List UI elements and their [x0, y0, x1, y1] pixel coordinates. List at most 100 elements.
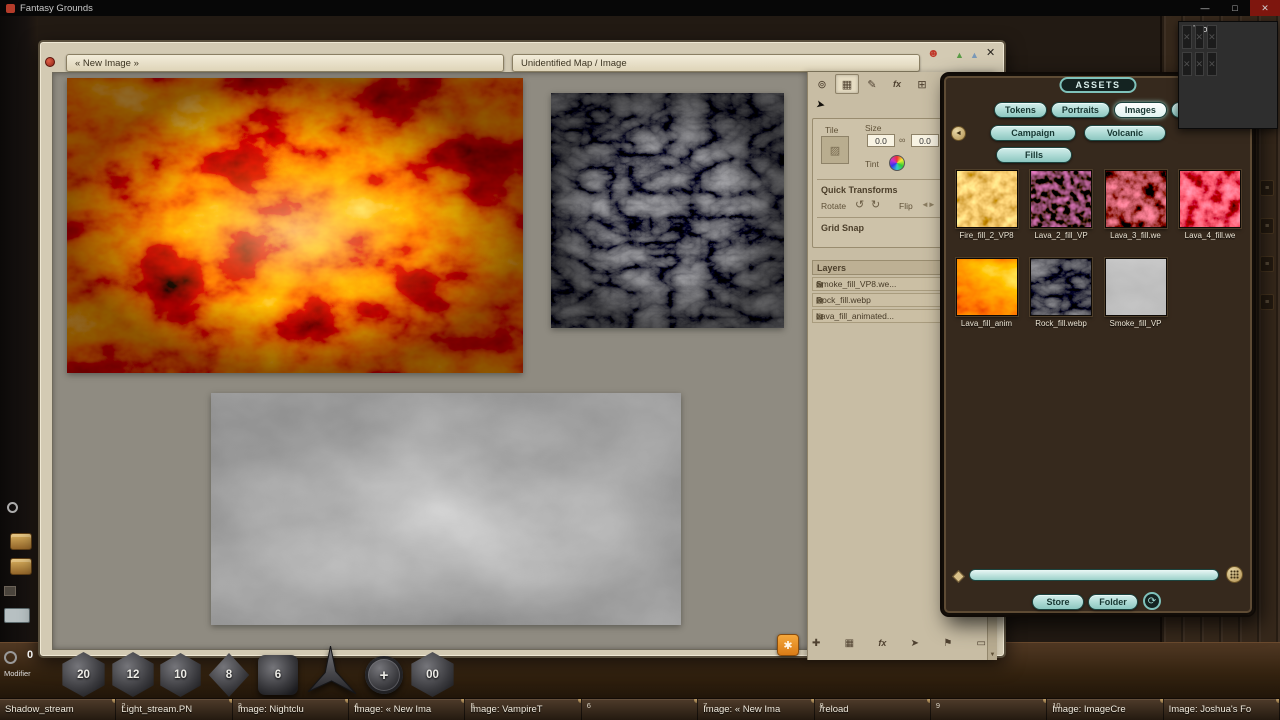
- asset-cell[interactable]: Smoke_fill_VP: [1100, 258, 1171, 346]
- hotbar-slot-10[interactable]: 10 Image: ImageCre: [1047, 699, 1163, 720]
- layer-eye-icon[interactable]: ⊙: [816, 295, 823, 306]
- layer-eye-icon[interactable]: ⊙: [816, 311, 823, 322]
- tab-images[interactable]: Images: [1114, 102, 1167, 118]
- tint-color-wheel[interactable]: [889, 155, 905, 171]
- hotbar-slot-label: /reload: [820, 704, 849, 715]
- edge-collapsed-tab[interactable]: ≡: [1260, 256, 1274, 272]
- grid-tool-icon[interactable]: ⊞: [910, 74, 934, 94]
- d6-die[interactable]: 6: [258, 655, 298, 695]
- window-close-icon[interactable]: ✕: [986, 47, 995, 59]
- asset-thumb-lava-2[interactable]: [1030, 170, 1092, 228]
- asset-cell[interactable]: Lava_fill_anim: [951, 258, 1022, 346]
- asset-cell[interactable]: Lava_2_fill_VP: [1026, 170, 1097, 258]
- tool-slot[interactable]: ✕: [1182, 52, 1192, 76]
- effects-tool-icon[interactable]: fx: [885, 74, 909, 94]
- asset-grid: Fire_fill_2_VP8 Lava_2_fill_VP Lava_3_fi…: [951, 170, 1249, 346]
- asset-thumb-rock[interactable]: [1030, 258, 1092, 316]
- smoke-texture-image[interactable]: [211, 393, 681, 625]
- asset-thumb-lava-anim[interactable]: [956, 258, 1018, 316]
- hotbar-slot-2[interactable]: 2 Light_stream.PN: [116, 699, 232, 720]
- size-link-icon[interactable]: ∞: [899, 135, 905, 145]
- gm-face-icon[interactable]: ☻: [927, 47, 940, 59]
- radial-quick-menu-button[interactable]: ✱: [777, 634, 799, 656]
- tab-portraits[interactable]: Portraits: [1051, 102, 1110, 118]
- draw-tool-icon[interactable]: ✎: [860, 74, 884, 94]
- asset-thumb-lava-3[interactable]: [1105, 170, 1167, 228]
- store-button[interactable]: Store: [1032, 594, 1084, 610]
- close-button[interactable]: ✕: [1250, 0, 1280, 16]
- hotbar-slot-5[interactable]: 5 Image: VampireT: [465, 699, 581, 720]
- asset-cell[interactable]: Lava_4_fill.we: [1175, 170, 1246, 258]
- layers-tool-icon[interactable]: ▦: [835, 74, 859, 94]
- assets-horizontal-scrollbar[interactable]: [969, 569, 1219, 581]
- small-dock-icon[interactable]: [4, 586, 16, 596]
- flip-icons[interactable]: ◄►: [921, 200, 935, 209]
- minimized-window-icon[interactable]: [4, 608, 30, 623]
- tab-new-image[interactable]: « New Image »: [66, 54, 504, 72]
- category-fills[interactable]: Fills: [996, 147, 1072, 163]
- hotbar-slot-11[interactable]: Image: Joshua's Fo: [1164, 699, 1280, 720]
- tile-label: Tile: [825, 125, 838, 135]
- edge-collapsed-tab[interactable]: ≡: [1260, 180, 1274, 196]
- tool-slot[interactable]: ✕: [1195, 25, 1205, 49]
- add-item-icon[interactable]: ✚: [812, 638, 820, 649]
- modifier-clear-icon[interactable]: [4, 651, 17, 664]
- folder-button[interactable]: Folder: [1088, 594, 1138, 610]
- up-level-button[interactable]: ◄: [951, 126, 966, 141]
- rotate-ccw-icon[interactable]: ↺: [855, 198, 864, 211]
- tab-unidentified-map[interactable]: Unidentified Map / Image: [512, 54, 920, 72]
- chest-icon[interactable]: [10, 533, 32, 550]
- rotate-cw-icon[interactable]: ↻: [871, 198, 880, 211]
- tab-tokens[interactable]: Tokens: [994, 102, 1047, 118]
- hotbar-slot-9[interactable]: 9: [931, 699, 1047, 720]
- size-height-input[interactable]: 0.0: [911, 134, 939, 147]
- hotbar-slot-1[interactable]: Shadow_stream: [0, 699, 116, 720]
- scroll-left-diamond[interactable]: [952, 570, 965, 583]
- tool-slot[interactable]: ✕: [1207, 25, 1217, 49]
- hotbar-slot-3[interactable]: 3 Image: Nightclu: [233, 699, 349, 720]
- asset-thumb-lava-4[interactable]: [1179, 170, 1241, 228]
- add-die-button[interactable]: +: [365, 656, 403, 694]
- hotbar-slot-7[interactable]: 7 Image: « New Ima: [698, 699, 814, 720]
- asset-cell[interactable]: Fire_fill_2_VP8: [951, 170, 1022, 258]
- fire-texture-image[interactable]: [67, 78, 523, 373]
- hotbar-slot-number: 6: [587, 701, 591, 710]
- share-green-icon[interactable]: ▲: [955, 49, 964, 61]
- select-tool-icon[interactable]: ⊚: [810, 74, 834, 94]
- edge-collapsed-tab[interactable]: ≡: [1260, 218, 1274, 234]
- flag-icon[interactable]: ⚑: [943, 638, 952, 649]
- grid-snap-label: Grid Snap: [821, 223, 864, 233]
- maximize-button[interactable]: □: [1220, 0, 1250, 16]
- filter-campaign[interactable]: Campaign: [990, 125, 1076, 141]
- asset-cell[interactable]: Rock_fill.webp: [1026, 258, 1097, 346]
- asset-cell[interactable]: Lava_3_fill.we: [1100, 170, 1171, 258]
- layer-stack-icon[interactable]: ▦: [845, 638, 854, 649]
- radial-menu-icon[interactable]: [45, 57, 55, 67]
- ring-toggle-icon[interactable]: [7, 502, 18, 513]
- share-blue-icon[interactable]: ▲: [970, 49, 979, 61]
- grid-view-button[interactable]: [1226, 566, 1243, 583]
- refresh-button[interactable]: ⟳: [1143, 592, 1161, 610]
- size-width-input[interactable]: 0.0: [867, 134, 895, 147]
- tool-slot[interactable]: ✕: [1182, 25, 1192, 49]
- hotbar-slot-6[interactable]: 6: [582, 699, 698, 720]
- chest-icon[interactable]: [10, 558, 32, 575]
- asset-thumb-fire-fill-2[interactable]: [956, 170, 1018, 228]
- frame-icon[interactable]: ▭: [977, 638, 986, 649]
- hotbar-slot-4[interactable]: 4 Image: « New Ima: [349, 699, 465, 720]
- edge-collapsed-tab[interactable]: ≡: [1260, 294, 1274, 310]
- asset-thumb-smoke[interactable]: [1105, 258, 1167, 316]
- filter-volcanic[interactable]: Volcanic: [1084, 125, 1166, 141]
- scroll-down-icon[interactable]: ▼: [990, 652, 996, 658]
- layer-eye-icon[interactable]: ⊙: [816, 279, 823, 290]
- hotbar-slot-8[interactable]: 8 /reload: [815, 699, 931, 720]
- assets-window-title[interactable]: Assets: [1059, 77, 1136, 93]
- tool-slot[interactable]: ✕: [1207, 52, 1217, 76]
- send-icon[interactable]: ➤: [911, 638, 919, 649]
- effects-icon[interactable]: fx: [878, 638, 886, 649]
- minimize-button[interactable]: —: [1190, 0, 1220, 16]
- rock-texture-image[interactable]: [551, 93, 784, 328]
- tile-preview-box[interactable]: ▨: [821, 136, 849, 164]
- tool-slot[interactable]: ✕: [1195, 52, 1205, 76]
- d4-die[interactable]: [303, 645, 358, 698]
